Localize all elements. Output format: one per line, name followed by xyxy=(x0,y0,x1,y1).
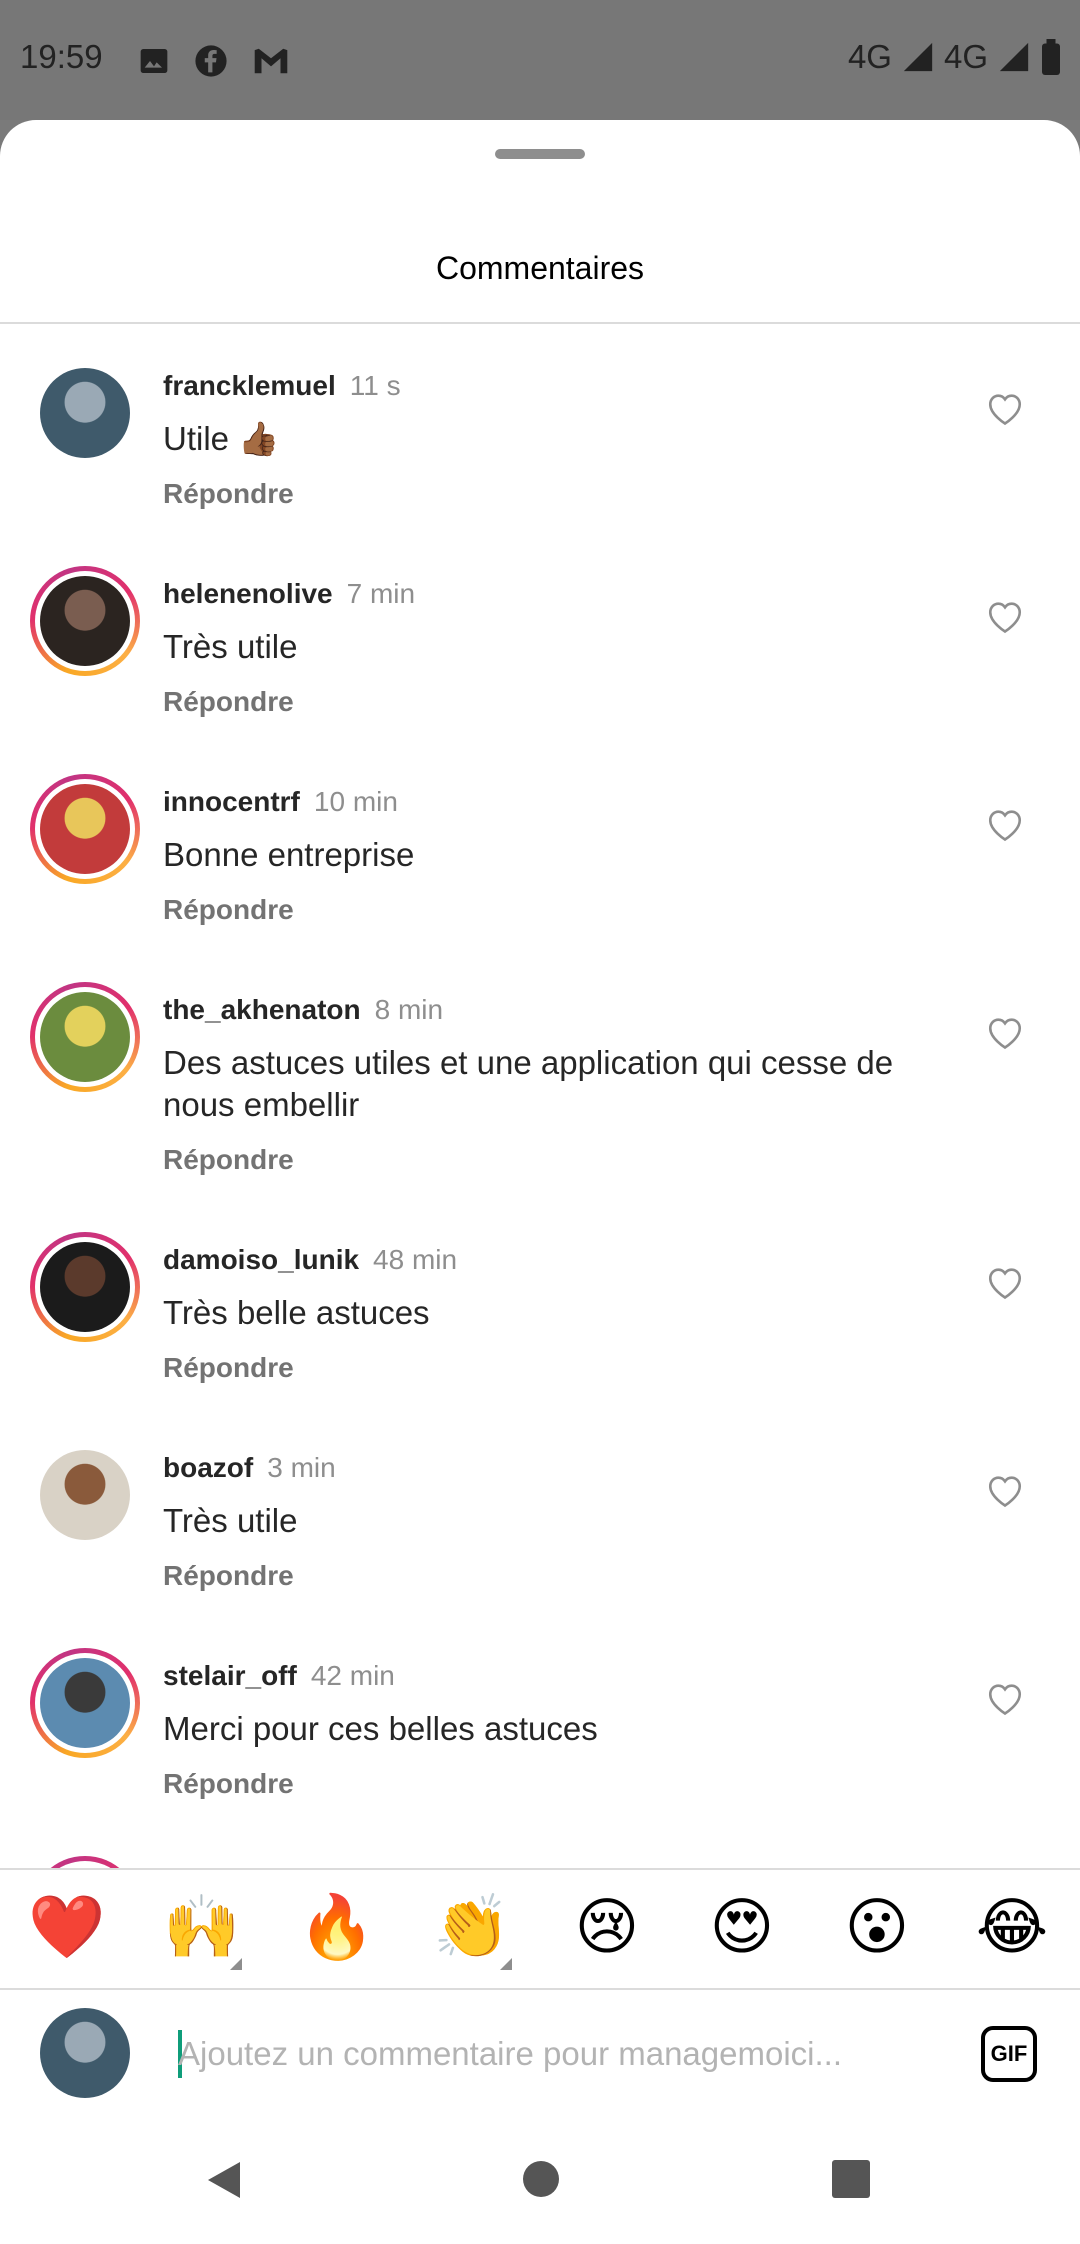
comment-text: Bonne entreprise xyxy=(163,836,415,873)
reaction-crying-face[interactable]: 😢 xyxy=(567,1892,647,1964)
reply-button[interactable]: Répondre xyxy=(163,478,294,510)
heart-outline-icon[interactable] xyxy=(985,1472,1025,1508)
username-text[interactable]: damoiso_lunik xyxy=(163,1244,359,1275)
quick-reactions-bar: ❤️ 🙌 🔥 👏 😢 😍 😮 😂 xyxy=(0,1868,1080,1990)
username-text[interactable]: boazof xyxy=(163,1452,253,1483)
comment-time: 10 min xyxy=(313,786,398,817)
comment-username[interactable]: boazof 3 min xyxy=(163,1452,336,1484)
comment-text: Merci pour ces belles astuces xyxy=(163,1710,598,1747)
battery-icon xyxy=(1042,39,1060,75)
comment-item: damoiso_lunik 48 min Très belle astuces R… xyxy=(0,1232,1080,1412)
comment-time: 8 min xyxy=(374,994,444,1025)
signal-icon xyxy=(903,42,933,72)
sheet-title: Commentaires xyxy=(435,250,645,286)
heart-outline-icon[interactable] xyxy=(985,390,1025,426)
avatar[interactable] xyxy=(30,982,140,1092)
avatar[interactable] xyxy=(30,1232,140,1342)
back-icon[interactable] xyxy=(206,2160,242,2200)
avatar xyxy=(40,2008,130,2098)
more-variants-indicator xyxy=(230,1958,242,1970)
comment-time: 7 min xyxy=(346,578,416,609)
network-type-1: 4G xyxy=(847,38,892,75)
username-text[interactable]: innocentrf xyxy=(163,786,300,817)
comment-username[interactable]: stelair_off 42 min xyxy=(163,1660,395,1692)
status-notification-icons xyxy=(138,44,290,78)
drag-handle[interactable] xyxy=(495,149,585,159)
comment-username[interactable]: damoiso_lunik 48 min xyxy=(163,1244,457,1276)
avatar[interactable] xyxy=(30,566,140,676)
comment-text: Très utile xyxy=(163,628,298,665)
reaction-raising-hands[interactable]: 🙌 xyxy=(162,1892,242,1964)
recent-apps-icon[interactable] xyxy=(832,2160,870,2198)
heart-outline-icon[interactable] xyxy=(985,1264,1025,1300)
reaction-heart-eyes[interactable]: 😍 xyxy=(702,1892,782,1964)
system-navigation-bar xyxy=(0,2124,1080,2244)
status-system-icons: 4G 4G xyxy=(848,38,1062,76)
heart-outline-icon[interactable] xyxy=(985,1014,1025,1050)
comment-time: 3 min xyxy=(267,1452,336,1483)
comment-input[interactable] xyxy=(178,2028,918,2080)
username-text[interactable]: helenenolive xyxy=(163,578,333,609)
comment-item: boazof 3 min Très utile Répondre xyxy=(0,1440,1080,1620)
reply-button[interactable]: Répondre xyxy=(163,1352,294,1384)
comment-item: the_akhenaton 8 min Des astuces utiles et… xyxy=(0,982,1080,1202)
heart-outline-icon[interactable] xyxy=(985,806,1025,842)
comment-username[interactable]: francklemuel 11 s xyxy=(163,370,401,402)
username-text[interactable]: stelair_off xyxy=(163,1660,297,1691)
comments-sheet: Commentaires francklemuel 11 s Utile 👍🏾 R… xyxy=(0,120,1080,2244)
username-text[interactable]: francklemuel xyxy=(163,370,336,401)
network-type-2: 4G xyxy=(943,38,988,75)
comment-item: francklemuel 11 s Utile 👍🏾 Répondre xyxy=(0,358,1080,538)
reaction-surprised-face[interactable]: 😮 xyxy=(837,1892,917,1964)
comment-time: 11 s xyxy=(349,370,401,401)
reply-button[interactable]: Répondre xyxy=(163,686,294,718)
comment-item: innocentrf 10 min Bonne entreprise Répond… xyxy=(0,774,1080,954)
heart-outline-icon[interactable] xyxy=(985,598,1025,634)
avatar[interactable] xyxy=(30,358,140,468)
status-bar: 19:59 4G 4G xyxy=(0,0,1080,120)
comment-composer: GIF xyxy=(0,1990,1080,2124)
reply-button[interactable]: Répondre xyxy=(163,1560,294,1592)
reaction-fire[interactable]: 🔥 xyxy=(297,1892,377,1964)
reply-button[interactable]: Répondre xyxy=(163,1144,294,1176)
gif-button[interactable]: GIF xyxy=(981,2026,1037,2082)
status-time: 19:59 xyxy=(20,38,103,75)
reaction-red-heart[interactable]: ❤️ xyxy=(27,1892,107,1964)
comment-text: Utile 👍🏾 xyxy=(163,420,280,457)
reaction-clapping-hands[interactable]: 👏 xyxy=(432,1892,512,1964)
comment-username[interactable]: the_akhenaton 8 min xyxy=(163,994,443,1026)
reply-button[interactable]: Répondre xyxy=(163,894,294,926)
comment-username[interactable]: helenenolive 7 min xyxy=(163,578,415,610)
comment-time: 42 min xyxy=(310,1660,395,1691)
comment-text: Des astuces utiles et une application qu… xyxy=(163,1044,894,1123)
facebook-icon xyxy=(195,45,227,77)
comment-item: helenenolive 7 min Très utile Répondre xyxy=(0,566,1080,746)
heart-outline-icon[interactable] xyxy=(985,1680,1025,1716)
comment-username[interactable]: innocentrf 10 min xyxy=(163,786,398,818)
comments-list[interactable]: francklemuel 11 s Utile 👍🏾 Répondre helen… xyxy=(0,324,1080,1986)
gmail-icon xyxy=(254,48,288,74)
image-icon xyxy=(140,49,168,73)
comment-time: 48 min xyxy=(373,1244,458,1275)
more-variants-indicator xyxy=(500,1958,512,1970)
username-text[interactable]: the_akhenaton xyxy=(163,994,361,1025)
avatar[interactable] xyxy=(30,1648,140,1758)
signal-icon xyxy=(999,42,1029,72)
home-icon[interactable] xyxy=(523,2161,559,2197)
comment-text: Très belle astuces xyxy=(163,1294,430,1331)
reaction-tears-of-joy[interactable]: 😂 xyxy=(972,1892,1052,1964)
avatar[interactable] xyxy=(30,774,140,884)
reply-button[interactable]: Répondre xyxy=(163,1768,294,1800)
comment-item: stelair_off 42 min Merci pour ces belles … xyxy=(0,1648,1080,1828)
avatar[interactable] xyxy=(30,1440,140,1550)
comment-text: Très utile xyxy=(163,1502,298,1539)
